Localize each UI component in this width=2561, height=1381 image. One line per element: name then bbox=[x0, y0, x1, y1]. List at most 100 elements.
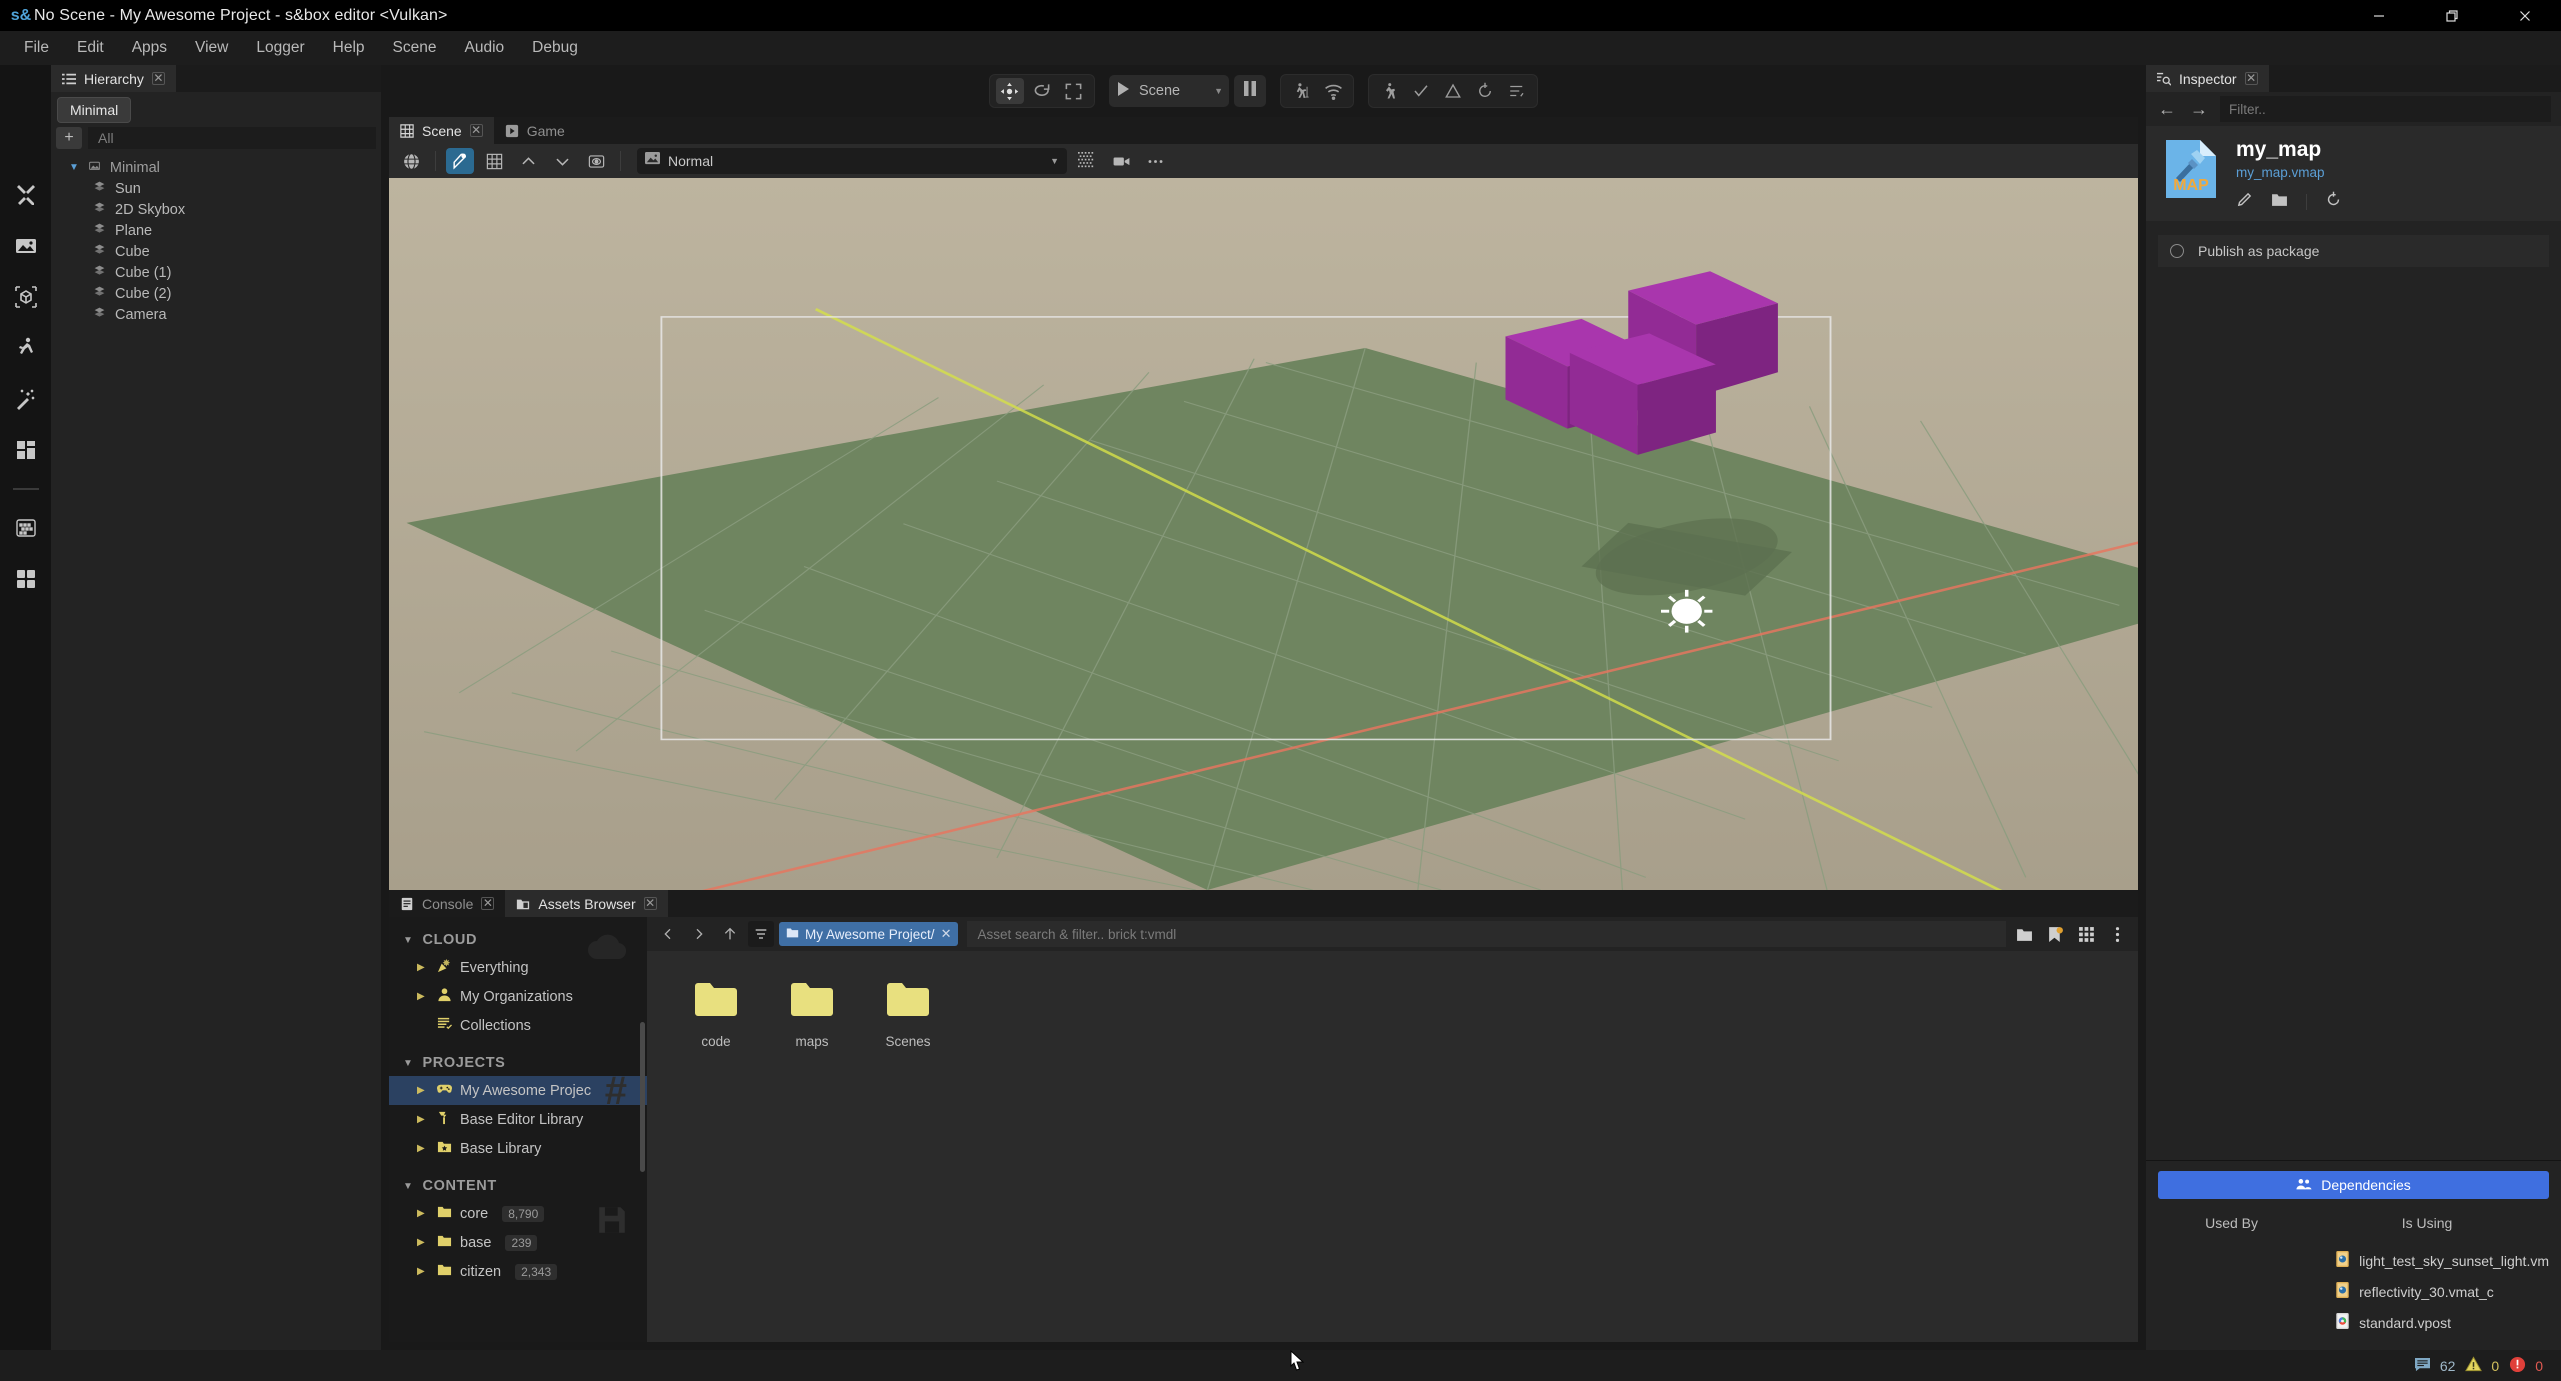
menu-apps[interactable]: Apps bbox=[118, 31, 181, 65]
assets-sidebar[interactable]: ▼ CLOUD ▶ Everything ▶ My Organizations … bbox=[389, 917, 647, 1342]
breadcrumb-my-awesome-project[interactable]: My Awesome Project/ ✕ bbox=[779, 922, 959, 946]
hierarchy-row-cube[interactable]: Cube bbox=[51, 241, 381, 262]
chevron-right-icon[interactable]: ▶ bbox=[417, 1266, 429, 1277]
arrow-up-icon[interactable] bbox=[717, 921, 743, 947]
close-icon[interactable]: ✕ bbox=[469, 124, 483, 137]
network-icon[interactable] bbox=[1319, 78, 1347, 104]
snap-icon[interactable] bbox=[446, 148, 474, 174]
menu-help[interactable]: Help bbox=[319, 31, 379, 65]
dependency-row[interactable]: standard.vpost bbox=[2305, 1307, 2549, 1338]
status-warning-count[interactable]: 0 bbox=[2465, 1356, 2499, 1375]
close-icon[interactable]: ✕ bbox=[643, 897, 657, 910]
add-object-button[interactable]: + bbox=[56, 127, 82, 149]
close-icon[interactable]: ✕ bbox=[481, 897, 495, 910]
sidebar-item-base-library[interactable]: ▶ Base Library bbox=[389, 1134, 647, 1163]
chevron-right-icon[interactable]: ▶ bbox=[417, 1208, 429, 1219]
section-header-content[interactable]: ▼ CONTENT bbox=[389, 1173, 647, 1199]
chevron-right-icon[interactable]: ▶ bbox=[417, 991, 429, 1002]
bookmark-icon[interactable] bbox=[2042, 921, 2068, 947]
ellipsis-icon[interactable] bbox=[1141, 148, 1169, 174]
sidebar-item-my-awesome-project[interactable]: ▶ My Awesome Projec bbox=[389, 1076, 647, 1105]
scene-tab-minimal[interactable]: Minimal bbox=[57, 97, 132, 123]
hierarchy-row-plane[interactable]: Plane bbox=[51, 220, 381, 241]
move-tool-icon[interactable] bbox=[995, 78, 1024, 104]
hierarchy-row-sun[interactable]: Sun bbox=[51, 178, 381, 199]
asset-item-scenes[interactable]: Scenes bbox=[867, 975, 949, 1055]
section-header-cloud[interactable]: ▼ CLOUD bbox=[389, 927, 647, 953]
hierarchy-row-cube-2[interactable]: Cube (2) bbox=[51, 283, 381, 304]
dependency-row[interactable]: reflectivity_30.vmat_c bbox=[2305, 1276, 2549, 1307]
sidebar-item-core[interactable]: ▶ core 8,790 bbox=[389, 1199, 647, 1228]
sidebar-item-collections[interactable]: Collections bbox=[389, 1011, 647, 1040]
warning-triangle-icon[interactable] bbox=[1439, 78, 1467, 104]
tools-icon[interactable] bbox=[10, 179, 42, 211]
maximize-button[interactable] bbox=[2415, 0, 2488, 31]
close-icon[interactable]: ✕ bbox=[2244, 72, 2258, 85]
camera-icon[interactable] bbox=[1107, 148, 1135, 174]
menu-scene[interactable]: Scene bbox=[379, 31, 451, 65]
tab-console[interactable]: Console ✕ bbox=[389, 890, 506, 917]
chevron-right-icon[interactable]: ▶ bbox=[417, 962, 429, 973]
publish-as-package-row[interactable]: Publish as package bbox=[2158, 235, 2549, 268]
menu-logger[interactable]: Logger bbox=[242, 31, 318, 65]
menu-debug[interactable]: Debug bbox=[518, 31, 592, 65]
radio-icon[interactable] bbox=[2170, 244, 2184, 259]
scene-viewport[interactable] bbox=[389, 178, 2138, 890]
menu-view[interactable]: View bbox=[181, 31, 242, 65]
menu-edit[interactable]: Edit bbox=[63, 31, 118, 65]
run-icon[interactable] bbox=[1375, 78, 1403, 104]
chevron-right-icon[interactable]: ▶ bbox=[417, 1114, 429, 1125]
close-icon[interactable]: ✕ bbox=[151, 72, 165, 85]
chevron-right-icon[interactable] bbox=[686, 921, 712, 947]
grid-view-icon[interactable] bbox=[2073, 921, 2099, 947]
hierarchy-row-camera[interactable]: Camera bbox=[51, 304, 381, 325]
hierarchy-filter-input[interactable]: All bbox=[88, 127, 376, 149]
model-icon[interactable] bbox=[10, 281, 42, 313]
scale-tool-icon[interactable] bbox=[1060, 78, 1088, 104]
chevron-down-icon[interactable]: ▼ bbox=[1214, 86, 1223, 96]
status-console-count[interactable]: 62 bbox=[2414, 1357, 2455, 1375]
play-scene-button[interactable]: Scene ▼ bbox=[1108, 75, 1230, 107]
tab-hierarchy[interactable]: Hierarchy ✕ bbox=[51, 65, 176, 92]
layout-icon[interactable] bbox=[10, 434, 42, 466]
open-folder-icon[interactable] bbox=[2271, 191, 2288, 213]
pause-button[interactable] bbox=[1234, 75, 1267, 107]
dependency-row[interactable]: light_test_sky_sunset_light.vm bbox=[2305, 1245, 2549, 1276]
minimize-button[interactable] bbox=[2342, 0, 2415, 31]
refresh-icon[interactable] bbox=[2325, 191, 2342, 213]
dither-icon[interactable] bbox=[1073, 148, 1101, 174]
asset-search-input[interactable]: Asset search & filter.. brick t:vmdl bbox=[967, 921, 2006, 947]
chevron-right-icon[interactable]: ▶ bbox=[417, 1085, 429, 1096]
tab-scene[interactable]: Scene ✕ bbox=[389, 117, 494, 144]
visibility-icon[interactable] bbox=[582, 148, 610, 174]
globe-icon[interactable] bbox=[397, 148, 425, 174]
chevron-right-icon[interactable]: ▶ bbox=[417, 1237, 429, 1248]
render-mode-select[interactable]: Normal ▼ bbox=[637, 148, 1067, 174]
dependencies-button[interactable]: Dependencies bbox=[2158, 1171, 2549, 1199]
sidebar-item-my-organizations[interactable]: ▶ My Organizations bbox=[389, 982, 647, 1011]
sidebar-item-everything[interactable]: ▶ Everything bbox=[389, 953, 647, 982]
folder-icon[interactable] bbox=[2011, 921, 2037, 947]
tab-inspector[interactable]: Inspector ✕ bbox=[2146, 65, 2269, 92]
close-button[interactable] bbox=[2488, 0, 2561, 31]
refresh-icon[interactable] bbox=[1471, 78, 1499, 104]
sidebar-item-base-editor-library[interactable]: ▶ Base Editor Library bbox=[389, 1105, 647, 1134]
list-icon[interactable] bbox=[1503, 78, 1531, 104]
hierarchy-row-2d-skybox[interactable]: 2D Skybox bbox=[51, 199, 381, 220]
chevron-down-icon[interactable]: ▼ bbox=[1050, 156, 1059, 166]
check-icon[interactable] bbox=[1407, 78, 1435, 104]
chevron-down-icon[interactable] bbox=[548, 148, 576, 174]
menu-audio[interactable]: Audio bbox=[450, 31, 518, 65]
asset-item-maps[interactable]: maps bbox=[771, 975, 853, 1055]
sidebar-item-citizen[interactable]: ▶ citizen 2,343 bbox=[389, 1257, 647, 1286]
forward-arrow-icon[interactable]: → bbox=[2188, 99, 2210, 120]
tab-assets-browser[interactable]: Assets Browser ✕ bbox=[505, 890, 668, 917]
edit-pencil-icon[interactable] bbox=[2236, 191, 2253, 213]
asset-item-code[interactable]: code bbox=[675, 975, 757, 1055]
hierarchy-row-cube-1[interactable]: Cube (1) bbox=[51, 262, 381, 283]
inspector-filter-input[interactable]: Filter.. bbox=[2220, 96, 2551, 122]
chevron-left-icon[interactable] bbox=[655, 921, 681, 947]
filter-icon[interactable] bbox=[748, 921, 774, 947]
grid-icon[interactable] bbox=[480, 148, 508, 174]
close-icon[interactable]: ✕ bbox=[941, 926, 952, 942]
